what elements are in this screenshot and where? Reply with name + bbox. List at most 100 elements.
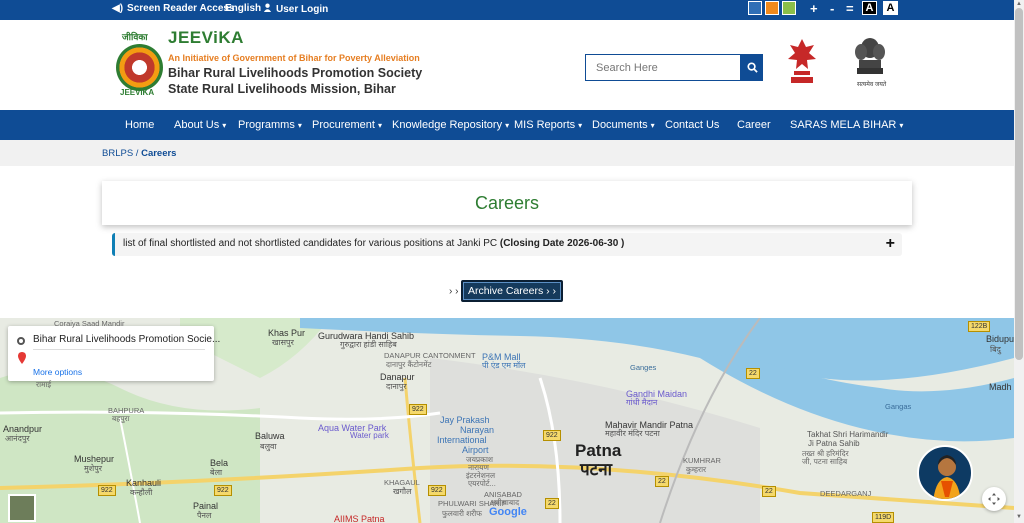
road-number-tag: 22: [762, 486, 776, 497]
theme-orange-swatch[interactable]: [765, 1, 779, 15]
nav-procurement[interactable]: Procurement ▾: [312, 119, 382, 131]
map-label: दानापुर कैंटोनमेंट: [386, 360, 432, 369]
fullscreen-icon: [988, 493, 1000, 505]
map-label: फुलवारी शरीफ: [442, 509, 482, 518]
scroll-thumb[interactable]: [1015, 8, 1023, 360]
road-number-tag: 22: [545, 498, 559, 509]
map-label: रामाई: [36, 380, 52, 389]
chevron-down-icon: ▾: [505, 121, 510, 130]
map-label: खगौल: [393, 487, 412, 496]
map-label: DEEDARGANJ: [820, 489, 872, 498]
map-label: Kanhauli: [126, 478, 162, 488]
contrast-dark-button[interactable]: A: [862, 1, 877, 15]
bihar-emblem-icon: [788, 39, 816, 83]
speaker-icon: ◀): [112, 3, 124, 14]
font-decrease-button[interactable]: -: [830, 1, 834, 16]
nav-career[interactable]: Career: [737, 119, 774, 131]
chevron-down-icon: ▾: [899, 121, 904, 130]
theme-blue-swatch[interactable]: [748, 1, 762, 15]
main-nav: Home About Us ▾ Programms ▾ Procurement ▾ K…: [0, 110, 1014, 140]
double-chevron-icon: › ›: [449, 286, 459, 297]
divider: [33, 349, 205, 350]
map-label: मुशेपुर: [84, 464, 103, 473]
map-label: गुरुद्वारा हांडी साहिब: [340, 340, 397, 349]
page-scrollbar[interactable]: ▲ ▼: [1014, 0, 1024, 523]
breadcrumb-current: Careers: [141, 148, 177, 159]
archive-careers-button[interactable]: Archive Careers › ›: [461, 280, 563, 302]
more-options-link[interactable]: More options: [33, 367, 82, 377]
chat-assistant-avatar[interactable]: [917, 445, 973, 501]
nav-knowledge-repository[interactable]: Knowledge Repository ▾: [392, 119, 509, 131]
job-accordion-item[interactable]: list of final shortlisted and not shortl…: [112, 233, 902, 256]
contrast-light-button[interactable]: A: [883, 1, 898, 15]
search-button[interactable]: [741, 54, 763, 81]
google-map[interactable]: Bihar Rural Livelihoods Promotion Socie.…: [0, 318, 1014, 523]
language-label: English: [225, 3, 262, 14]
map-label: AIIMS Patna: [334, 514, 385, 523]
language-link[interactable]: English: [225, 3, 261, 14]
map-label: महावीर मंदिर पटना: [605, 429, 660, 438]
search-icon: [746, 62, 758, 73]
map-label: गांधी मैदान: [626, 398, 658, 407]
jeevika-logo-icon[interactable]: [116, 44, 163, 91]
screen-reader-label: Screen Reader Access: [127, 3, 235, 14]
font-increase-button[interactable]: +: [810, 1, 818, 16]
map-label: कुम्हरार: [686, 465, 707, 474]
map-label: Gangas: [885, 402, 912, 411]
map-label: International: [437, 435, 487, 445]
road-number-tag: 922: [543, 430, 561, 441]
search-input[interactable]: [585, 54, 741, 81]
nav-about-us[interactable]: About Us ▾: [174, 119, 226, 131]
chevron-down-icon: ▾: [377, 121, 382, 130]
utility-bar: ◀) Screen Reader Access English User Log…: [0, 0, 1014, 20]
nav-saras-mela-bihar[interactable]: SARAS MELA BIHAR ▾: [790, 119, 903, 131]
chevron-down-icon: ▾: [222, 121, 227, 130]
expand-plus-icon[interactable]: +: [886, 235, 895, 253]
map-label: खासपुर: [272, 338, 294, 347]
nav-programms[interactable]: Programms ▾: [238, 119, 302, 131]
map-label: बिदु: [990, 345, 1001, 354]
fullscreen-button[interactable]: [982, 487, 1006, 511]
logo-hindi-text: जीविका: [122, 32, 148, 42]
map-label: Ganges: [630, 363, 657, 372]
map-label: एयरपोर्ट...: [468, 479, 496, 488]
breadcrumb-home-link[interactable]: BRLPS: [102, 148, 133, 159]
screen-reader-link[interactable]: ◀) Screen Reader Access: [112, 3, 235, 14]
map-city-label: पटना: [580, 460, 613, 479]
map-label: Painal: [193, 501, 219, 511]
org-name-line1: Bihar Rural Livelihoods Promotion Societ…: [168, 66, 423, 80]
user-icon: [263, 3, 272, 15]
closing-date: (Closing Date 2026-06-30 ): [499, 238, 625, 249]
theme-green-swatch[interactable]: [782, 1, 796, 15]
map-label: दानापुर: [386, 382, 407, 391]
search-box: [585, 54, 763, 81]
map-place-card: Bihar Rural Livelihoods Promotion Socie.…: [8, 326, 220, 381]
road-number-tag: 122B: [968, 321, 991, 332]
map-label: Coraiya Saad Mandir: [54, 319, 125, 328]
map-place-name[interactable]: Bihar Rural Livelihoods Promotion Socie.…: [33, 334, 220, 345]
chevron-down-icon: ▾: [297, 121, 302, 130]
map-label: Anandpur: [3, 424, 43, 434]
font-reset-button[interactable]: =: [846, 1, 854, 16]
scroll-up-icon[interactable]: ▲: [1016, 1, 1022, 7]
nav-documents[interactable]: Documents ▾: [592, 119, 655, 131]
breadcrumb: BRLPS / Careers: [102, 148, 177, 159]
nav-mis-reports[interactable]: MIS Reports ▾: [514, 119, 582, 131]
user-login-label: User Login: [276, 3, 329, 15]
map-city-label: Patna: [575, 441, 622, 460]
brand-tagline: An Initiative of Government of Bihar for…: [168, 53, 420, 63]
emblem-caption: सत्यमेव जयते: [857, 82, 887, 88]
nav-home[interactable]: Home: [125, 119, 157, 131]
org-name-line2: State Rural Livelihoods Mission, Bihar: [168, 82, 396, 96]
scroll-down-icon[interactable]: ▼: [1016, 514, 1022, 520]
map-pin-icon: [18, 352, 26, 364]
satellite-toggle[interactable]: [8, 494, 36, 522]
map-label: बहपुरा: [112, 414, 130, 423]
chevron-down-icon: ▾: [578, 121, 583, 130]
map-label: Danapur: [380, 372, 415, 382]
nav-contact-us[interactable]: Contact Us: [665, 119, 722, 131]
map-label: Khas Pur: [268, 328, 306, 338]
user-login-link[interactable]: User Login: [263, 3, 328, 15]
road-number-tag: 922: [409, 404, 427, 415]
road-number-tag: 922: [428, 485, 446, 496]
